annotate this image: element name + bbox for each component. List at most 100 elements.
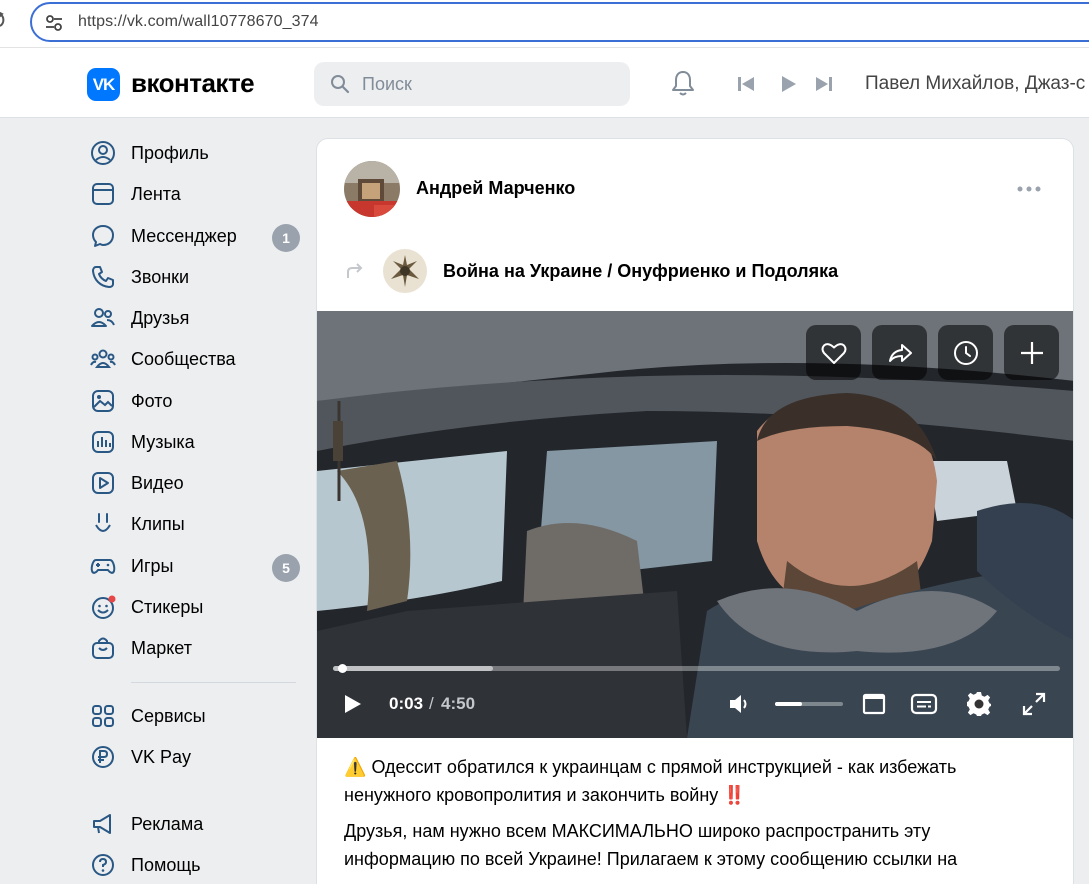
sidebar-item-friends[interactable]: Друзья — [88, 300, 300, 336]
play-icon — [345, 695, 361, 713]
communities-icon — [88, 344, 118, 374]
post-paragraph-2: Друзья, нам нужно всем МАКСИМАЛЬНО широк… — [344, 821, 958, 869]
vk-header: VK вконтакте Павел Михайлов, Джаз-с — [0, 48, 1089, 118]
sidebar-item-communities[interactable]: Сообщества — [88, 341, 300, 377]
share-video-button[interactable] — [872, 325, 927, 380]
author-avatar[interactable] — [344, 161, 400, 217]
sidebar-item-services[interactable]: Сервисы — [88, 698, 300, 734]
volume-icon — [730, 695, 747, 713]
play-track-icon[interactable] — [778, 74, 798, 94]
sidebar-label: Звонки — [131, 266, 190, 287]
sidebar-item-ads[interactable]: Реклама — [88, 806, 300, 842]
stickers-icon — [88, 592, 118, 622]
reload-icon[interactable] — [0, 10, 8, 35]
sidebar-label: Клипы — [131, 513, 185, 534]
search-input[interactable] — [362, 74, 612, 95]
phone-icon — [88, 262, 118, 292]
sidebar-label: VK Pay — [131, 746, 192, 767]
help-icon — [88, 850, 118, 880]
video-icon — [88, 468, 118, 498]
address-bar[interactable]: https://vk.com/wall10778670_374 — [30, 2, 1089, 42]
volume-slider[interactable] — [775, 702, 843, 706]
friends-icon — [88, 303, 118, 333]
profile-icon — [88, 138, 118, 168]
vk-logo[interactable]: VK — [87, 68, 120, 101]
add-video-button[interactable] — [1004, 325, 1059, 380]
search-box[interactable] — [314, 62, 630, 106]
subtitles-icon — [910, 693, 938, 715]
sidebar-item-video[interactable]: Видео — [88, 465, 300, 501]
author-name[interactable]: Андрей Марченко — [416, 178, 575, 199]
sidebar-label: Видео — [131, 472, 184, 493]
post-text: ⚠️ Одессит обратился к украинцам с прямо… — [344, 753, 1044, 881]
fullscreen-icon — [1022, 692, 1046, 716]
sidebar-label: Сервисы — [131, 705, 206, 726]
post-paragraph-1: ⚠️ Одессит обратился к украинцам с прямо… — [344, 753, 1044, 809]
sidebar-label: Лента — [131, 183, 181, 204]
clock-icon — [953, 340, 978, 365]
watch-later-button[interactable] — [938, 325, 993, 380]
sidebar-item-stickers[interactable]: Стикеры — [88, 589, 300, 625]
fullscreen-button[interactable] — [1019, 689, 1049, 719]
url-text[interactable]: https://vk.com/wall10778670_374 — [78, 13, 319, 31]
vkpay-icon — [88, 742, 118, 772]
source-community-name[interactable]: Война на Украине / Онуфриенко и Подоляка — [443, 261, 838, 282]
repost-arrow-icon — [347, 263, 363, 278]
next-track-icon[interactable] — [814, 74, 834, 94]
site-settings-icon[interactable] — [44, 13, 64, 33]
megaphone-icon — [88, 809, 118, 839]
video-player[interactable]: 0:03 / 4:50 — [317, 311, 1073, 738]
sidebar-label: Маркет — [131, 637, 192, 658]
post-card: Андрей Марченко Война на Украине / Онуфр… — [316, 138, 1074, 884]
unread-count-badge: 1 — [272, 224, 300, 252]
sidebar-label: Помощь — [131, 854, 201, 875]
sidebar-item-calls[interactable]: Звонки — [88, 259, 300, 295]
vk-wordmark[interactable]: вконтакте — [131, 68, 255, 99]
photo-icon — [88, 386, 118, 416]
volume-level — [775, 702, 803, 706]
post-headline: Одессит обратился к украинцам с прямой и… — [344, 757, 957, 805]
sidebar-item-feed[interactable]: Лента — [88, 176, 300, 212]
mute-button[interactable] — [725, 689, 755, 719]
video-duration: 4:50 — [441, 694, 476, 713]
sidebar-item-vkpay[interactable]: VK Pay — [88, 739, 300, 775]
notifications-bell-icon[interactable] — [668, 68, 698, 98]
sidebar-item-messenger[interactable]: Мессенджер 1 — [88, 218, 300, 254]
double-exclamation-icon: ‼️ — [723, 785, 746, 805]
sidebar-label: Мессенджер — [131, 225, 237, 246]
music-icon — [88, 427, 118, 457]
sidebar-item-help[interactable]: Помощь — [88, 847, 300, 883]
sidebar-label: Профиль — [131, 142, 209, 163]
sidebar-label: Реклама — [131, 813, 204, 834]
services-icon — [88, 701, 118, 731]
search-icon — [331, 75, 350, 94]
subtitles-button[interactable] — [909, 689, 939, 719]
clips-icon — [88, 509, 118, 539]
like-video-button[interactable] — [806, 325, 861, 380]
previous-track-icon[interactable] — [736, 74, 756, 94]
more-options-icon[interactable] — [1017, 184, 1041, 194]
sidebar-item-market[interactable]: Маркет — [88, 630, 300, 666]
video-progress-bar[interactable] — [333, 664, 1060, 673]
plus-icon — [1020, 341, 1043, 364]
sidebar-item-music[interactable]: Музыка — [88, 424, 300, 460]
theater-mode-button[interactable] — [859, 689, 889, 719]
play-button[interactable] — [337, 689, 367, 719]
settings-button[interactable] — [964, 689, 994, 719]
heart-icon — [821, 342, 846, 364]
sidebar-label: Стикеры — [131, 596, 204, 617]
source-community-avatar[interactable] — [383, 249, 427, 293]
warning-icon: ⚠️ — [344, 757, 367, 777]
sidebar-item-photo[interactable]: Фото — [88, 383, 300, 419]
now-playing-text[interactable]: Павел Михайлов, Джаз-с — [865, 73, 1089, 95]
sidebar-label: Фото — [131, 390, 173, 411]
share-arrow-icon — [888, 343, 912, 362]
messenger-icon — [88, 221, 118, 251]
market-icon — [88, 633, 118, 663]
sidebar-item-clips[interactable]: Клипы — [88, 506, 300, 542]
sidebar-item-games[interactable]: Игры 5 — [88, 548, 300, 584]
games-count-badge: 5 — [272, 554, 300, 582]
sidebar-item-profile[interactable]: Профиль — [88, 135, 300, 171]
games-icon — [88, 551, 118, 581]
theater-mode-icon — [862, 693, 886, 715]
